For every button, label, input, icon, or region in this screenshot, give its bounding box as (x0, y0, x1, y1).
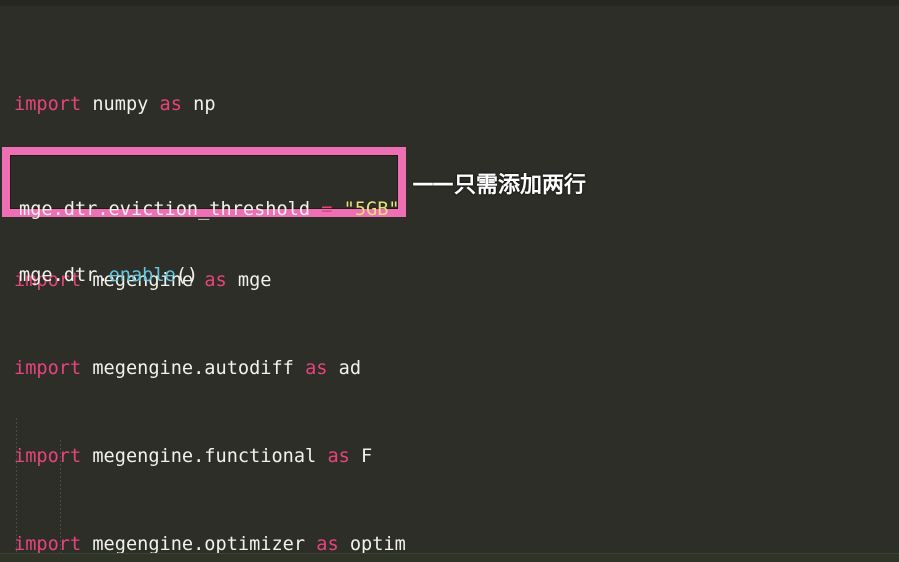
code-line-import-functional: import megengine.functional as F (0, 446, 899, 468)
punct: () (175, 265, 199, 286)
keyword-import: import (14, 358, 82, 379)
keyword-as: as (159, 94, 182, 115)
code-line-eviction-threshold: mge.dtr.eviction_threshold = "5GB" (10, 199, 400, 221)
dtr-highlight-box: mge.dtr.eviction_threshold = "5GB" mge.d… (2, 147, 406, 286)
annotation-dash: —— (412, 170, 454, 196)
module-alias: F (349, 446, 373, 467)
assign-operator: = (310, 199, 344, 220)
module-name: megengine.autodiff (81, 358, 306, 379)
code-screenshot: import numpy as np import resnet import … (0, 0, 899, 562)
keyword-as: as (305, 358, 328, 379)
module-alias: np (181, 94, 216, 115)
fn-enable: enable (108, 265, 176, 286)
code-line-dtr-enable: mge.dtr.enable() (10, 265, 398, 287)
module-alias: optim (338, 534, 406, 555)
code-line-import-numpy: import numpy as np (0, 94, 899, 116)
keyword-import: import (14, 446, 82, 467)
code-line-import-autodiff: import megengine.autodiff as ad (0, 358, 899, 380)
attr-eviction-threshold: mge.dtr.eviction_threshold (19, 199, 311, 220)
keyword-import: import (14, 534, 82, 555)
bottom-edge-strip (0, 553, 899, 562)
keyword-as: as (316, 534, 339, 555)
module-alias: ad (327, 358, 362, 379)
value-eviction-threshold: "5GB" (343, 199, 400, 220)
keyword-as: as (327, 446, 350, 467)
ns-mge-dtr: mge.dtr. (19, 265, 109, 286)
module-name: megengine.functional (81, 446, 328, 467)
annotation-text: 只需添加两行 (454, 173, 587, 198)
module-name: numpy (81, 94, 160, 115)
keyword-import: import (14, 94, 82, 115)
callout-annotation: —— 只需添加两行 (412, 167, 586, 199)
module-name: megengine.optimizer (81, 534, 317, 555)
